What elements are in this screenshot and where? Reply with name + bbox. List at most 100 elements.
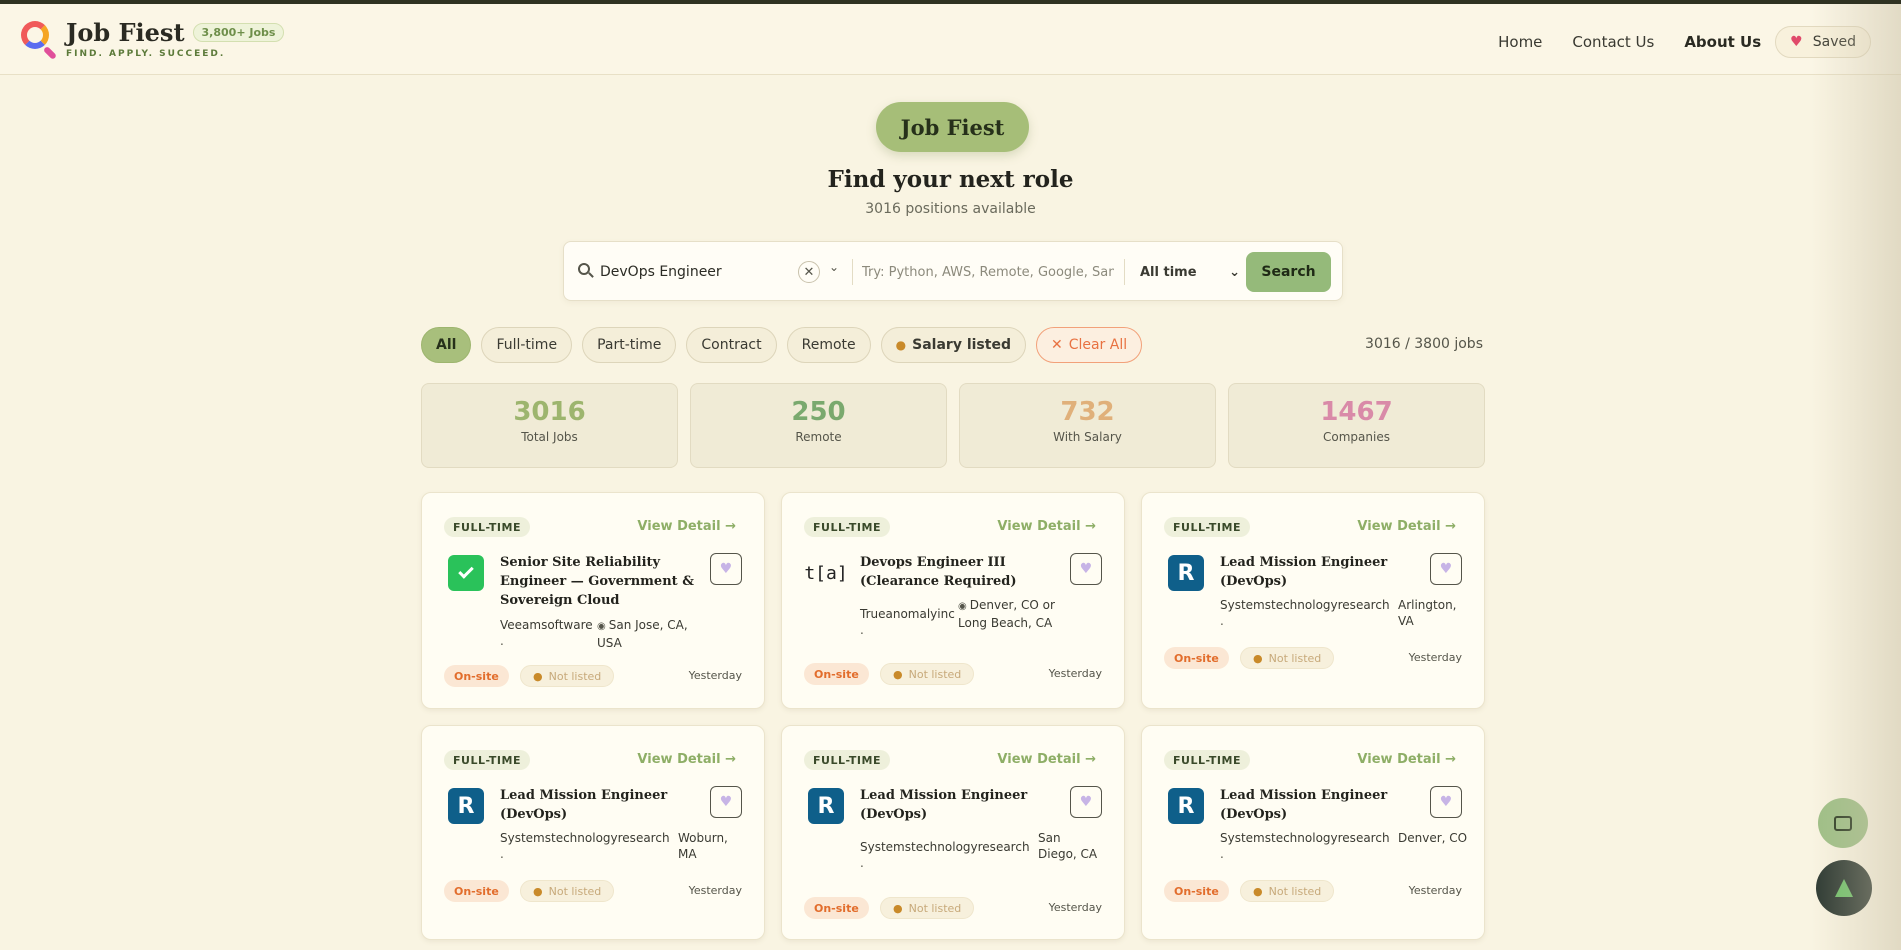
job-card[interactable]: FULL-TIME View Detail → R Lead Mission E… [781,725,1125,940]
time-select[interactable]: All time ⌄ [1140,260,1240,284]
location-pin-icon: ◉ [597,621,606,632]
saved-button[interactable]: ♥ Saved [1775,26,1871,58]
salary-badge: ● Not listed [1240,880,1335,902]
chevron-down-icon[interactable]: ⌄ [829,260,839,274]
job-card[interactable]: FULL-TIME View Detail → t[a] Devops Engi… [781,492,1125,709]
job-title[interactable]: Devops Engineer III (Clearance Required) [860,553,1064,591]
money-bag-icon: ● [1253,651,1263,665]
heart-icon[interactable]: ♥ [1070,553,1102,585]
workplace-badge: On-site [444,880,509,902]
search-button[interactable]: Search [1246,252,1331,292]
saved-label: Saved [1812,34,1856,50]
tagline: FIND. APPLY. SUCCEED. [66,49,226,59]
posted-date: Yesterday [688,884,742,897]
company-name: Systemstechnologyresearch. [860,840,1030,870]
stat-label: Total Jobs [521,430,578,444]
clear-query-icon[interactable]: ✕ [798,261,820,283]
money-bag-icon: ● [895,338,907,352]
job-card[interactable]: FULL-TIME View Detail → R Lead Mission E… [1141,725,1485,940]
workplace-badge: On-site [444,665,509,687]
company-logo: R [1168,555,1204,591]
brand-name: Job Fiest [66,18,185,47]
view-detail-link[interactable]: View Detail → [637,752,736,767]
view-detail-link[interactable]: View Detail → [997,752,1096,767]
clear-all-label: Clear All [1068,337,1128,353]
stat-companies: 1467 Companies [1228,383,1485,468]
company-name: Veeamsoftware. [500,618,593,648]
heart-icon: ♥ [1790,34,1803,50]
magnifier-logo-icon [18,18,58,61]
hero-subtitle: 3016 positions available [865,201,1036,217]
job-type-tag: FULL-TIME [804,750,890,770]
role-search-input[interactable] [600,260,790,284]
filter-all[interactable]: All [421,327,472,363]
job-location: ◉ Denver, CO or Long Beach, CA [958,598,1055,630]
company-name: Systemstechnologyresearch. [1220,831,1390,861]
stat-value: 3016 [513,397,586,427]
filter-contract[interactable]: Contract [686,327,777,363]
job-card[interactable]: FULL-TIME View Detail → R Lead Mission E… [421,725,765,940]
stat-label: Remote [795,430,842,444]
company-name: Systemstechnologyresearch. [1220,598,1390,628]
site-header: Job Fiest 3,800+ Jobs FIND. APPLY. SUCCE… [0,4,1901,75]
chat-button[interactable] [1818,798,1868,848]
job-title[interactable]: Senior Site Reliability Engineer — Gover… [500,553,704,610]
search-divider [852,259,853,285]
job-location: San Diego, CA [1038,831,1098,861]
heart-icon[interactable]: ♥ [1070,786,1102,818]
logo[interactable]: Job Fiest 3,800+ Jobs FIND. APPLY. SUCCE… [18,18,285,61]
salary-badge: ● Not listed [520,665,615,687]
workplace-badge: On-site [804,897,869,919]
filter-salary-label: Salary listed [912,337,1011,353]
stat-with-salary: 732 With Salary [959,383,1216,468]
money-bag-icon: ● [533,669,543,683]
job-title[interactable]: Lead Mission Engineer (DevOps) [1220,786,1424,824]
nav-home[interactable]: Home [1498,33,1542,51]
job-card[interactable]: FULL-TIME View Detail → Senior Site Reli… [421,492,765,709]
job-card[interactable]: FULL-TIME View Detail → R Lead Mission E… [1141,492,1485,709]
main-nav: Home Contact Us About Us ♥ Saved [1468,26,1871,58]
posted-date: Yesterday [688,669,742,682]
filter-full-time[interactable]: Full-time [481,327,573,363]
chat-icon [1834,815,1852,831]
clear-all-button[interactable]: ✕ Clear All [1035,327,1143,363]
heart-icon[interactable]: ♥ [710,553,742,585]
heart-icon[interactable]: ♥ [710,786,742,818]
job-title[interactable]: Lead Mission Engineer (DevOps) [860,786,1064,824]
stat-label: Companies [1323,430,1390,444]
salary-badge: ● Not listed [520,880,615,902]
job-type-tag: FULL-TIME [444,517,530,537]
filter-salary-listed[interactable]: ● Salary listed [880,327,1026,363]
stat-value: 250 [791,397,846,427]
money-bag-icon: ● [893,901,903,915]
stat-value: 1467 [1320,397,1393,427]
view-detail-link[interactable]: View Detail → [1357,752,1456,767]
search-divider [1124,259,1125,285]
nav-about[interactable]: About Us [1684,33,1761,51]
heart-icon[interactable]: ♥ [1430,786,1462,818]
filter-part-time[interactable]: Part-time [582,327,677,363]
job-title[interactable]: Lead Mission Engineer (DevOps) [500,786,704,824]
job-title[interactable]: Lead Mission Engineer (DevOps) [1220,553,1424,591]
money-bag-icon: ● [893,667,903,681]
view-detail-link[interactable]: View Detail → [1357,519,1456,534]
view-detail-link[interactable]: View Detail → [637,519,736,534]
tree-button[interactable] [1816,860,1872,916]
nav-contact[interactable]: Contact Us [1572,33,1654,51]
heart-icon[interactable]: ♥ [1430,553,1462,585]
view-detail-link[interactable]: View Detail → [997,519,1096,534]
filter-remote[interactable]: Remote [786,327,871,363]
time-select-value: All time [1140,264,1197,280]
stat-value: 732 [1060,397,1115,427]
posted-date: Yesterday [1048,667,1102,680]
search-icon [578,263,594,279]
posted-date: Yesterday [1408,651,1462,664]
keywords-input[interactable] [862,260,1114,284]
search-bar: ✕ ⌄ All time ⌄ Search [563,241,1343,301]
company-logo: R [448,788,484,824]
salary-badge: ● Not listed [880,663,975,685]
company-name: Systemstechnologyresearch. [500,831,670,861]
job-type-tag: FULL-TIME [1164,517,1250,537]
tree-icon [1835,879,1853,897]
salary-badge: ● Not listed [1240,647,1335,669]
